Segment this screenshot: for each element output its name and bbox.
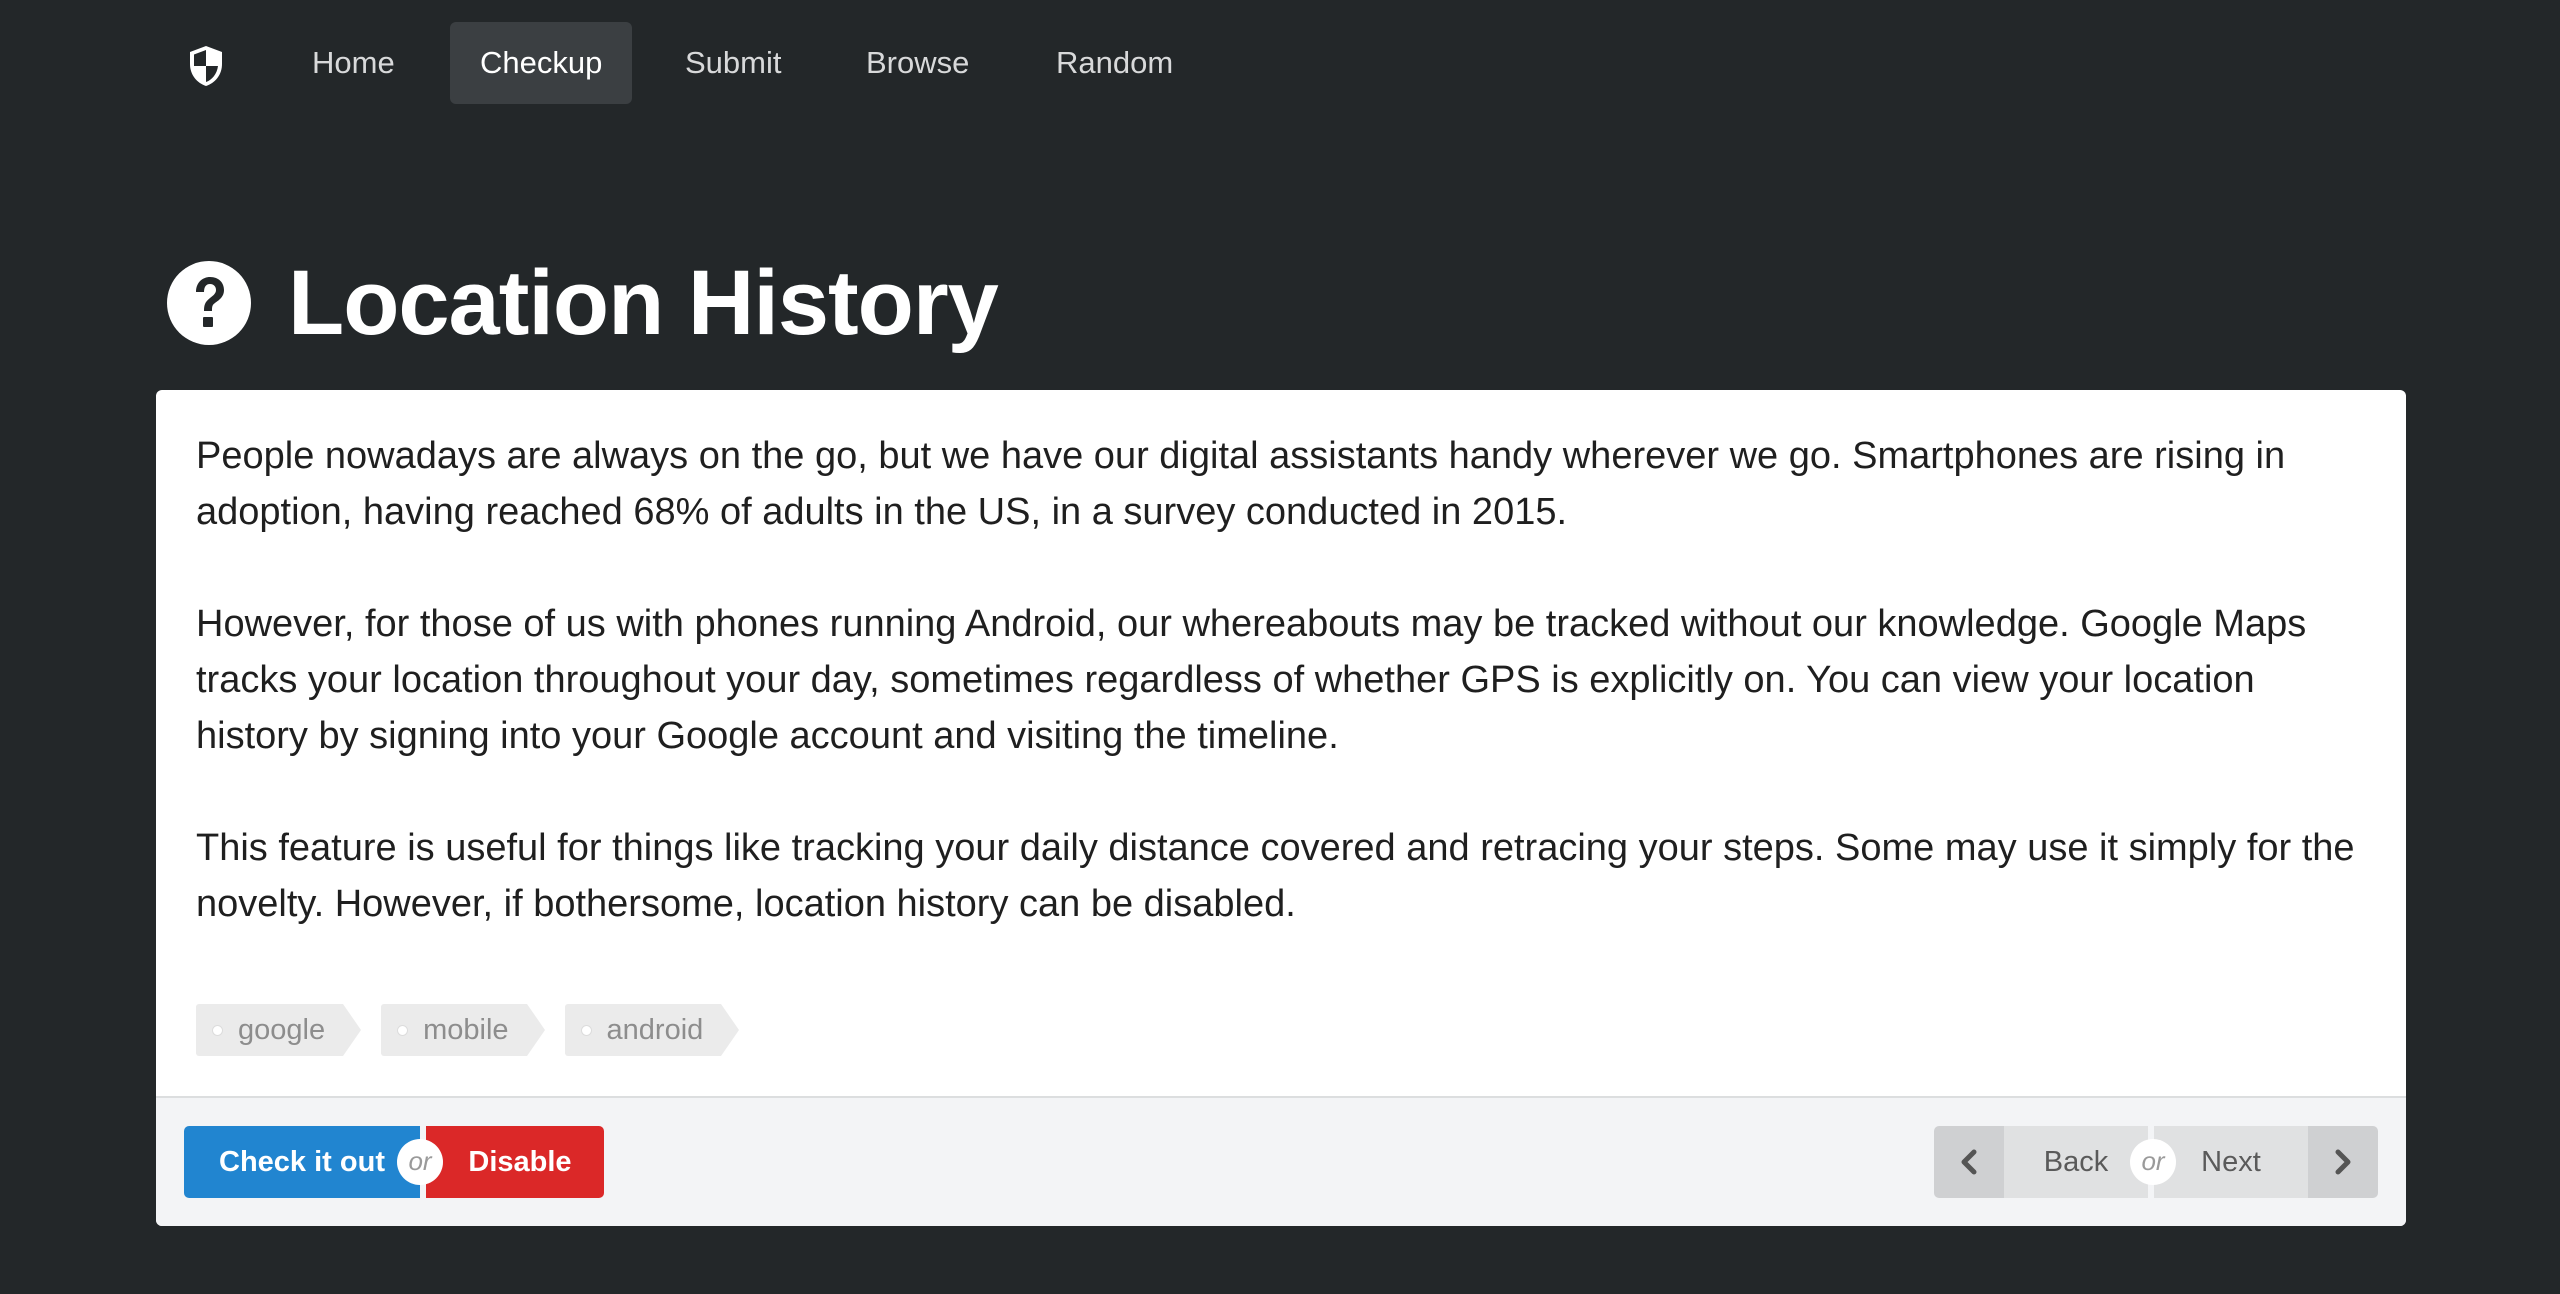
content-card: People nowadays are always on the go, bu… [156,390,2406,1226]
page-title: Location History [288,251,999,354]
nav-browse[interactable]: Browse [836,22,999,104]
or-divider: or [397,1139,443,1185]
tag-android[interactable]: android [564,1004,740,1056]
tag-google[interactable]: google [196,1004,362,1056]
description-paragraph: People nowadays are always on the go, bu… [196,435,2286,533]
shield-icon[interactable] [186,44,226,88]
tag-mobile[interactable]: mobile [381,1004,546,1056]
check-it-out-button[interactable]: Check it out [184,1126,420,1198]
card-footer: Check it out Disable or Back Next or [156,1096,2406,1226]
top-nav: Home Checkup Submit Browse Random [0,0,2560,130]
disable-button[interactable]: Disable [426,1126,604,1198]
tag-label: google [238,1014,326,1046]
tag-label: android [606,1014,704,1046]
tag-dot-icon [397,1025,409,1036]
nav-submit[interactable]: Submit [655,22,811,104]
question-circle-icon [167,261,251,345]
back-icon-button[interactable] [1934,1126,2004,1198]
tag-label: mobile [423,1014,509,1046]
chevron-left-icon [1961,1149,1977,1175]
next-button[interactable]: Next [2154,1126,2308,1198]
description-paragraph: However, for those of us with phones run… [196,603,2307,757]
card-body: People nowadays are always on the go, bu… [156,390,2406,1096]
next-icon-button[interactable] [2308,1126,2378,1198]
page-header: Location History [166,248,999,358]
nav-checkup[interactable]: Checkup [450,22,633,104]
tag-list: google mobile android [196,1004,740,1056]
back-button[interactable]: Back [2004,1126,2148,1198]
nav-random[interactable]: Random [1026,22,1203,104]
chevron-right-icon [2335,1149,2351,1175]
tag-dot-icon [212,1025,223,1036]
tag-dot-icon [580,1025,592,1036]
nav-home[interactable]: Home [282,22,425,104]
description-paragraph: This feature is useful for things like t… [196,827,2355,925]
or-divider: or [2130,1139,2176,1185]
